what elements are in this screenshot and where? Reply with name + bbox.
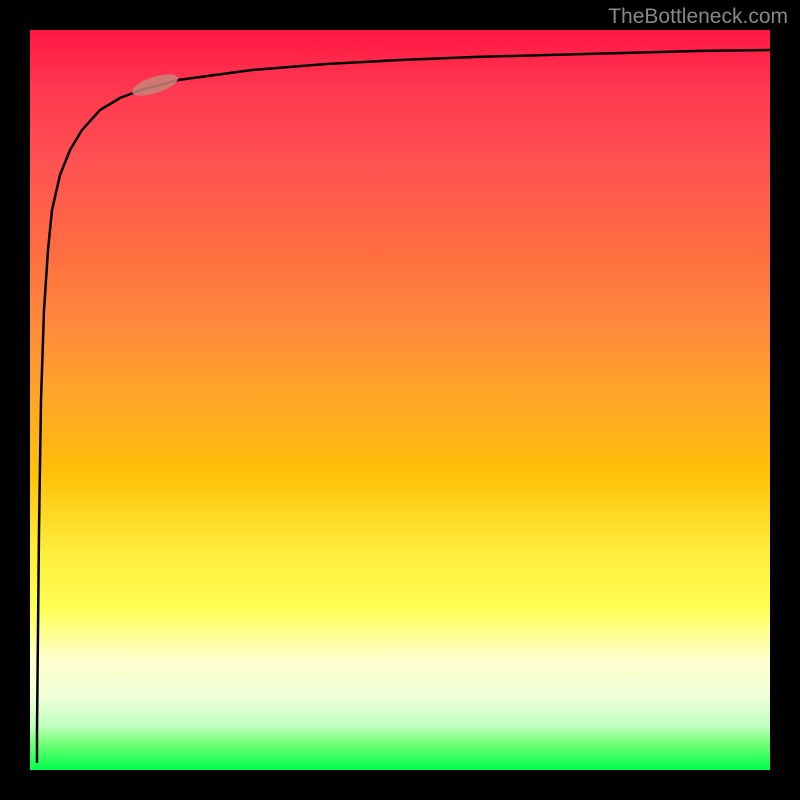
watermark-text: TheBottleneck.com (608, 5, 788, 29)
chart-area (30, 30, 770, 770)
gradient-background (30, 30, 770, 770)
